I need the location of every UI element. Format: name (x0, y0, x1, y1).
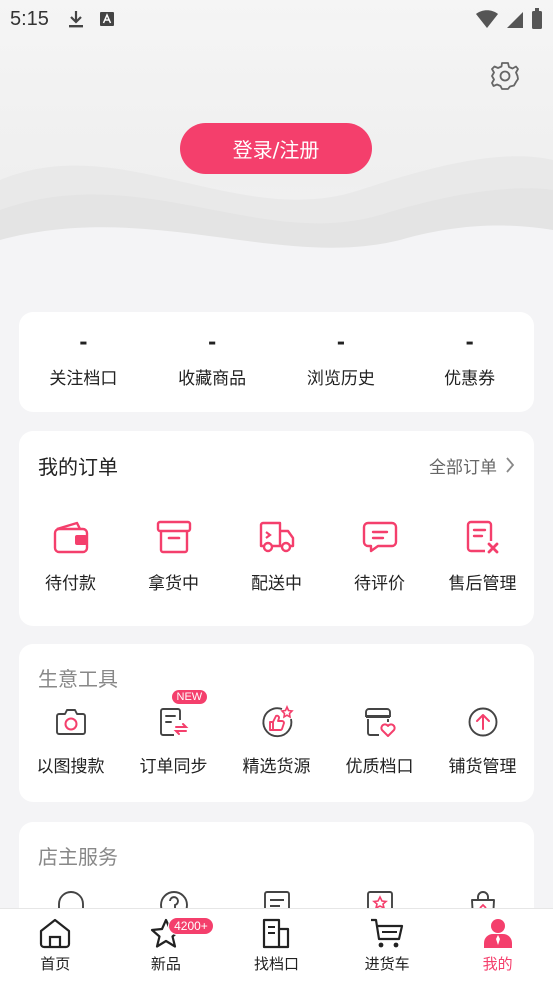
stats-card: - 关注档口 - 收藏商品 - 浏览历史 - 优惠券 (19, 312, 534, 412)
wifi-icon (476, 10, 498, 28)
tab-find-stalls[interactable]: 找档口 (221, 909, 332, 984)
store-icon (263, 918, 290, 949)
chevron-right-icon (506, 457, 515, 473)
thumbs-up-icon (261, 705, 294, 738)
tab-label: 进货车 (364, 955, 410, 973)
tool-label: 以图搜款 (36, 757, 105, 777)
service-title: 店主服务 (38, 844, 118, 869)
tab-label: 我的 (482, 955, 513, 973)
camera-icon (55, 709, 86, 735)
stat-value: - (465, 330, 474, 354)
tab-label: 新品 (150, 955, 181, 973)
tool-selected-sources[interactable]: 精选货源 (225, 702, 328, 777)
stat-value: - (207, 330, 217, 354)
all-orders-label: 全部订单 (429, 457, 497, 478)
stat-browse-history[interactable]: - 浏览历史 (277, 312, 406, 412)
new-badge: NEW (171, 690, 208, 704)
my-orders-card: 我的订单 全部订单 待付款 拿货中 配送中 待评价 售后管理 (19, 431, 534, 626)
all-orders-link[interactable]: 全部订单 (429, 453, 515, 478)
profile-header: 5:15 登录/注册 (0, 0, 553, 300)
order-to-review[interactable]: 待评价 (328, 517, 431, 594)
stat-coupons[interactable]: - 优惠券 (405, 312, 534, 412)
order-item-label: 配送中 (251, 574, 302, 594)
order-sync-icon (159, 708, 188, 736)
tool-order-sync[interactable]: NEW 订单同步 (122, 690, 225, 777)
tab-purchase-cart[interactable]: 进货车 (332, 909, 443, 984)
stat-favorite-products[interactable]: - 收藏商品 (148, 312, 277, 412)
tool-quality-stalls[interactable]: 优质档口 (328, 702, 431, 777)
signal-icon (507, 12, 523, 28)
order-item-label: 待评价 (354, 574, 405, 594)
home-icon (40, 918, 71, 949)
status-bar: 5:15 (0, 0, 553, 38)
upload-icon (468, 707, 497, 737)
stat-label: 优惠券 (444, 369, 496, 389)
order-item-label: 售后管理 (448, 574, 517, 594)
tool-image-search[interactable]: 以图搜款 (19, 702, 122, 777)
tab-mine[interactable]: 我的 (442, 909, 553, 984)
bottom-tab-bar: 首页 4200+ 新品 找档口 进货车 我的 (0, 908, 553, 984)
stat-value: - (336, 330, 346, 354)
orders-title: 我的订单 (38, 454, 118, 479)
new-products-count-badge: 4200+ (168, 917, 214, 935)
cart-icon (371, 918, 404, 948)
stat-followed-stalls[interactable]: - 关注档口 (19, 312, 148, 412)
user-icon (483, 919, 512, 948)
business-tools-card: 生意工具 以图搜款 NEW 订单同步 精选货源 优质档口 铺货管理 (19, 644, 534, 802)
tool-label: 订单同步 (139, 757, 208, 777)
tool-label: 优质档口 (345, 757, 414, 777)
tab-new-products[interactable]: 4200+ 新品 (111, 909, 222, 984)
stat-value: - (79, 330, 88, 354)
order-item-label: 拿货中 (148, 574, 199, 594)
stat-label: 浏览历史 (306, 369, 375, 389)
tab-home[interactable]: 首页 (0, 909, 111, 984)
tab-label: 找档口 (253, 955, 299, 973)
box-icon (156, 520, 191, 554)
truck-icon (259, 521, 294, 553)
tool-label: 铺货管理 (448, 757, 517, 777)
settings-gear-icon[interactable] (489, 60, 521, 92)
wallet-icon (53, 521, 88, 554)
tool-distribution-management[interactable]: 铺货管理 (431, 702, 534, 777)
tab-label: 首页 (40, 955, 71, 973)
download-icon (68, 11, 83, 28)
stat-label: 关注档口 (49, 369, 118, 389)
comment-icon (362, 521, 397, 553)
a-notification-icon (99, 12, 114, 26)
login-register-button[interactable]: 登录/注册 (180, 123, 372, 174)
tool-label: 精选货源 (242, 757, 311, 777)
store-heart-icon (364, 708, 396, 737)
order-after-sale[interactable]: 售后管理 (431, 517, 534, 594)
order-picking-up[interactable]: 拿货中 (122, 517, 225, 594)
stat-label: 收藏商品 (178, 369, 247, 389)
order-in-delivery[interactable]: 配送中 (225, 517, 328, 594)
battery-icon (532, 8, 542, 29)
order-item-label: 待付款 (45, 574, 96, 594)
status-time: 5:15 (10, 7, 49, 30)
order-pending-payment[interactable]: 待付款 (19, 517, 122, 594)
after-sale-icon (466, 520, 498, 554)
tools-title: 生意工具 (38, 666, 118, 691)
